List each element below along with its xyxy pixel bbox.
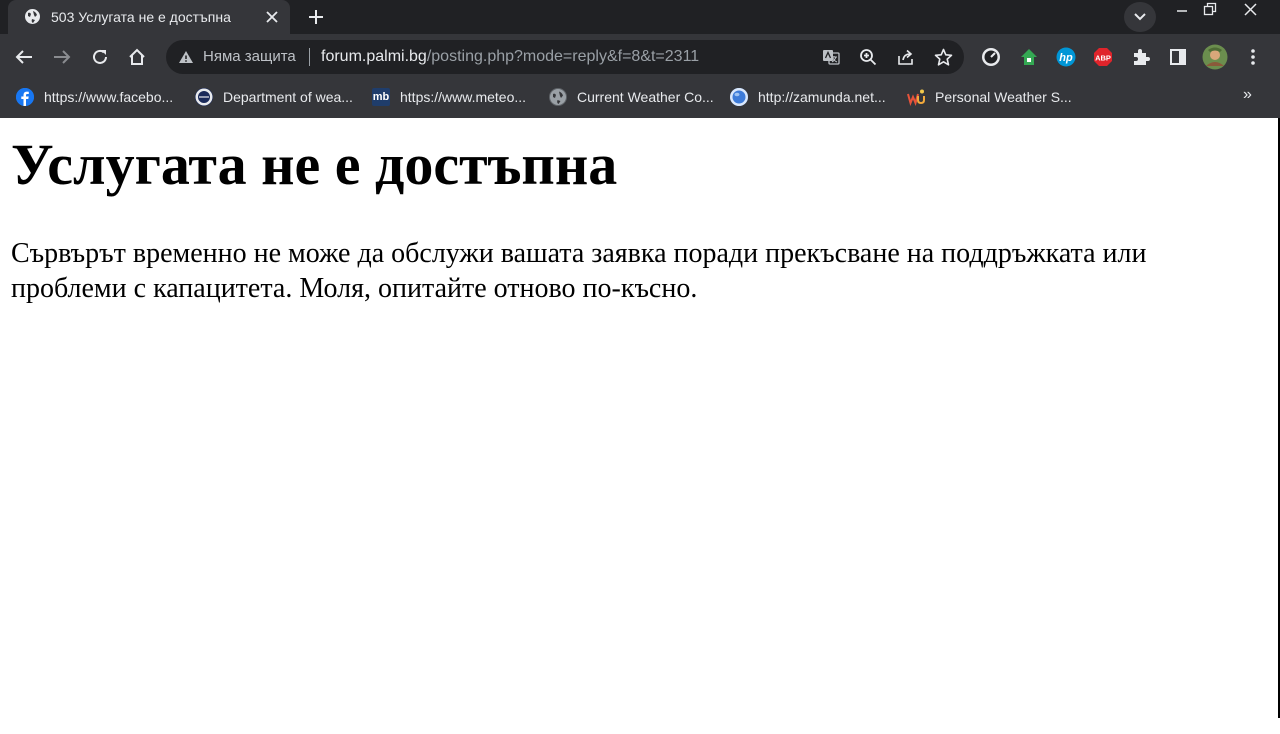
- warning-icon[interactable]: [178, 49, 194, 65]
- bookmark-label: http://zamunda.net...: [758, 89, 886, 105]
- globe-icon: [24, 8, 41, 25]
- bookmark-item[interactable]: mb https://www.meteo...: [372, 86, 526, 108]
- bookmark-item[interactable]: http://zamunda.net...: [730, 86, 886, 108]
- wunderground-icon: [907, 88, 925, 106]
- speed-extension-icon[interactable]: [978, 44, 1004, 70]
- translate-icon[interactable]: [821, 47, 841, 67]
- security-status-label[interactable]: Няма защита: [203, 48, 296, 65]
- meteoblue-icon: mb: [372, 88, 390, 106]
- bookmark-label: Department of wea...: [223, 89, 353, 105]
- facebook-icon: [16, 88, 34, 106]
- adblock-plus-icon[interactable]: ABP: [1090, 44, 1116, 70]
- url-host: forum.palmi.bg: [321, 48, 427, 65]
- bookmark-item[interactable]: Department of wea...: [195, 86, 353, 108]
- hp-label: hp: [1059, 52, 1073, 64]
- url-text[interactable]: forum.palmi.bg/posting.php?mode=reply&f=…: [321, 48, 699, 66]
- zamunda-icon: [730, 88, 748, 106]
- tab-search-button[interactable]: [1124, 2, 1156, 32]
- url-path: /posting.php?mode=reply&f=8&t=2311: [426, 48, 700, 65]
- reload-icon[interactable]: [87, 44, 113, 70]
- tab-close-icon[interactable]: [262, 7, 282, 27]
- active-tab[interactable]: 503 Услугата не е достъпна: [8, 0, 290, 34]
- puzzle-extensions-icon[interactable]: [1128, 44, 1154, 70]
- bookmark-label: https://www.facebo...: [44, 89, 174, 105]
- close-icon[interactable]: [1236, 0, 1264, 18]
- side-panel-icon[interactable]: [1165, 44, 1191, 70]
- bookmark-item[interactable]: Current Weather Co...: [549, 86, 714, 108]
- plus-icon: [309, 10, 323, 24]
- hp-extension-icon[interactable]: hp: [1053, 44, 1079, 70]
- bookmarks-bar: https://www.facebo... Department of wea.…: [0, 80, 1280, 118]
- address-bar[interactable]: Няма защита forum.palmi.bg/posting.php?m…: [166, 40, 964, 74]
- tab-title: 503 Услугата не е достъпна: [51, 9, 231, 25]
- browser-toolbar: Няма защита forum.palmi.bg/posting.php?m…: [0, 34, 1280, 80]
- zoom-icon[interactable]: [858, 47, 878, 67]
- page-content: Услугата не е достъпна Сървърът временно…: [0, 118, 1278, 718]
- profile-avatar[interactable]: [1202, 44, 1228, 70]
- bookmark-star-icon[interactable]: [933, 47, 953, 67]
- department-icon: [195, 88, 213, 106]
- tab-strip: 503 Услугата не е достъпна: [0, 0, 1280, 34]
- bookmarks-overflow-button[interactable]: »: [1243, 86, 1252, 104]
- omnibox-divider: [309, 48, 310, 66]
- bookmark-item[interactable]: https://www.facebo...: [16, 86, 173, 108]
- restore-icon[interactable]: [1196, 0, 1224, 18]
- bookmark-label: Personal Weather S...: [935, 89, 1072, 105]
- bookmark-label: Current Weather Co...: [577, 89, 714, 105]
- back-icon[interactable]: [11, 44, 37, 70]
- house-extension-icon[interactable]: [1016, 44, 1042, 70]
- page-title: Услугата не е достъпна: [11, 132, 618, 197]
- chevron-down-icon: [1134, 13, 1146, 21]
- forward-icon[interactable]: [49, 44, 75, 70]
- share-icon[interactable]: [896, 47, 916, 67]
- home-icon[interactable]: [124, 44, 150, 70]
- minimize-icon[interactable]: [1168, 0, 1196, 18]
- menu-dots-icon[interactable]: [1240, 44, 1266, 70]
- adblock-label: ABP: [1095, 54, 1111, 63]
- error-message: Сървърът временно не може да обслужи ваш…: [11, 238, 1147, 304]
- globe-icon: [549, 88, 567, 106]
- bookmark-item[interactable]: Personal Weather S...: [907, 86, 1072, 108]
- bookmark-label: https://www.meteo...: [400, 89, 527, 105]
- new-tab-button[interactable]: [302, 4, 330, 30]
